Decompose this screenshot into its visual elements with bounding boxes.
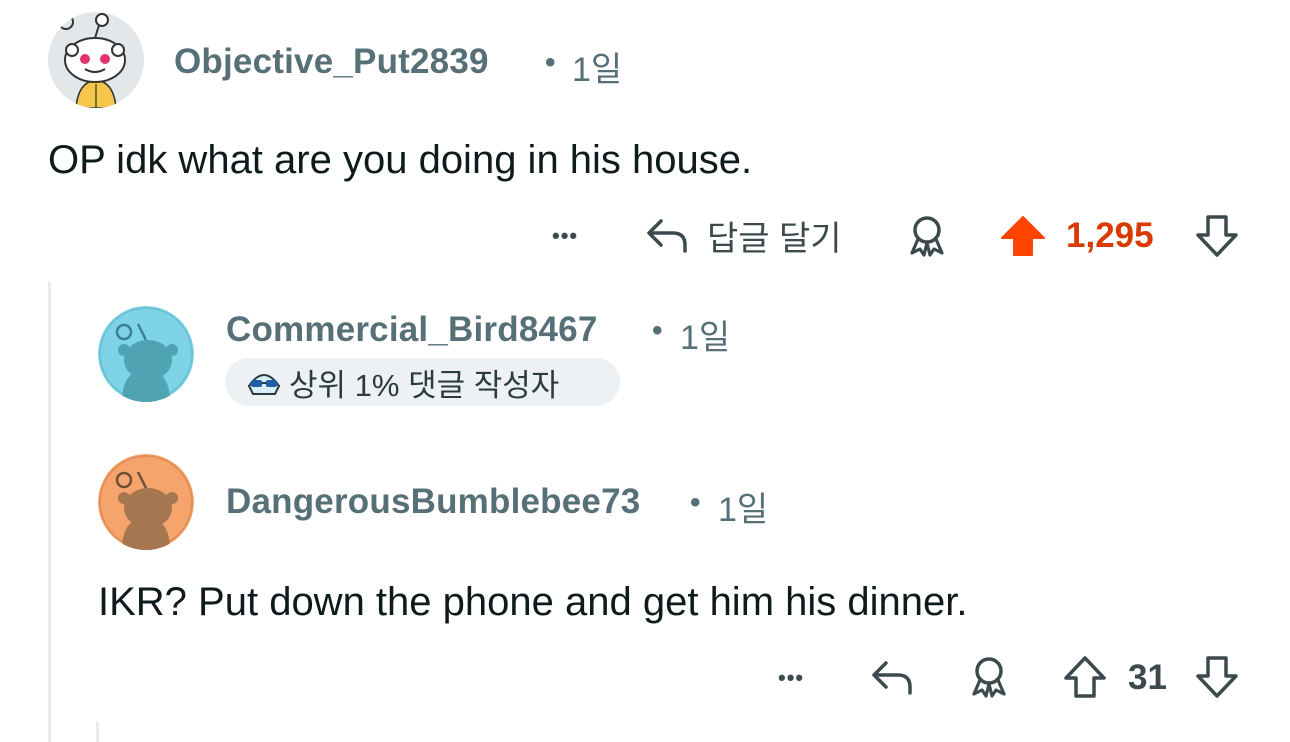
sunglasses-badge-icon [247,374,281,395]
username[interactable]: Objective_Put2839 [174,42,489,82]
upvote-button[interactable] [1062,654,1108,700]
avatar[interactable] [98,306,194,402]
thread-line[interactable] [48,282,51,742]
username[interactable]: Commercial_Bird8467 [226,310,598,350]
snoo-avatar-icon [98,454,194,550]
upvote-icon [1064,656,1106,698]
more-icon: ••• [778,665,805,690]
comment-body: OP idk what are you doing in his house. [48,138,753,182]
more-options-button[interactable]: ••• [778,660,804,696]
downvote-icon [1196,215,1238,257]
timestamp: 1일 [680,319,731,357]
downvote-button[interactable] [1194,654,1240,700]
upvote-icon [1001,216,1045,256]
upvote-button[interactable] [998,212,1048,260]
badge-label: 상위 1% 댓글 작성자 [289,367,560,403]
snoo-avatar-icon [48,12,144,108]
award-button[interactable] [966,654,1012,700]
avatar[interactable] [48,12,144,108]
more-icon: ••• [552,223,579,248]
timestamp: 1일 [572,51,623,89]
separator-dot: • [690,486,701,519]
reply-icon [872,661,912,695]
separator-dot: • [652,314,663,347]
snoo-avatar-icon [98,306,194,402]
downvote-button[interactable] [1194,212,1240,260]
downvote-icon [1196,656,1238,698]
top-commenter-badge: 상위 1% 댓글 작성자 [225,358,620,406]
vote-count: 31 [1128,658,1167,697]
award-button[interactable] [904,214,950,258]
timestamp: 1일 [718,491,769,529]
vote-count: 1,295 [1066,216,1154,255]
avatar[interactable] [98,454,194,550]
more-options-button[interactable]: ••• [552,218,578,254]
reply-button[interactable]: 답글 달기 [645,212,842,258]
username[interactable]: DangerousBumblebee73 [226,482,640,522]
thread-line-nested[interactable] [96,722,99,742]
award-icon [972,657,1006,698]
comment-body: IKR? Put down the phone and get him his … [98,580,968,624]
reply-label: 답글 달기 [707,219,842,258]
award-icon [910,216,944,257]
reply-button[interactable] [870,654,916,700]
reply-icon [647,219,687,253]
separator-dot: • [545,46,556,79]
